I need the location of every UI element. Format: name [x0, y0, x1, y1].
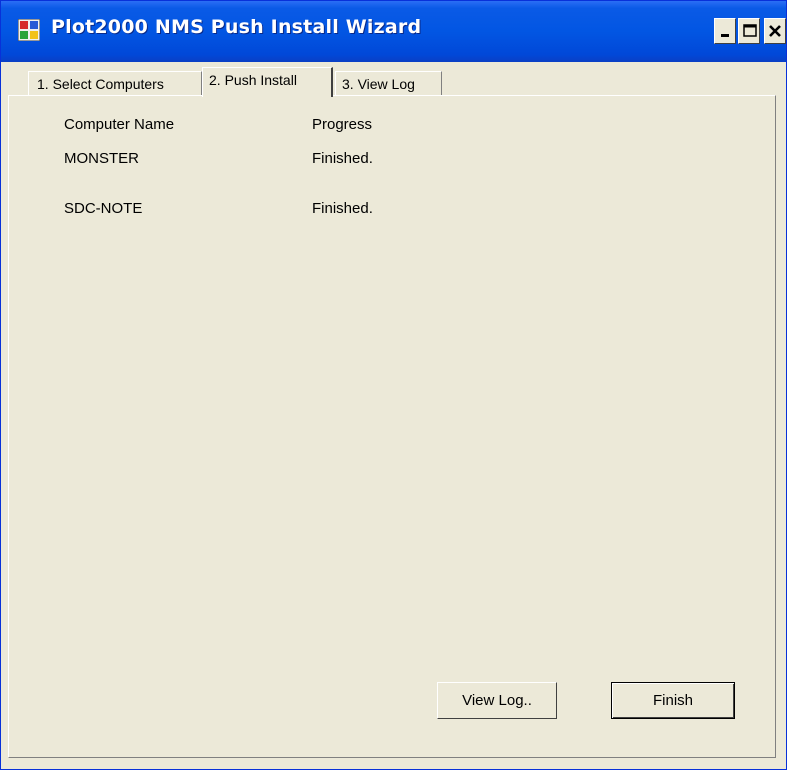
window-title: Plot2000 NMS Push Install Wizard	[51, 16, 422, 38]
tab-select-computers[interactable]: 1. Select Computers	[28, 71, 202, 96]
progress-cell: Finished.	[312, 200, 373, 217]
close-icon	[769, 25, 781, 37]
minimize-icon	[721, 34, 729, 37]
wizard-window: Plot2000 NMS Push Install Wizard 1. Sele…	[0, 0, 787, 770]
view-log-button[interactable]: View Log..	[437, 682, 557, 719]
tab-view-log[interactable]: 3. View Log	[335, 71, 442, 96]
maximize-icon	[743, 24, 757, 37]
column-header-progress: Progress	[312, 116, 373, 133]
computer-name-cell: SDC-NOTE	[64, 200, 143, 217]
finish-button[interactable]: Finish	[611, 682, 735, 719]
title-bar[interactable]: Plot2000 NMS Push Install Wizard	[1, 1, 786, 62]
app-icon	[18, 19, 40, 41]
tab-push-install[interactable]: 2. Push Install	[202, 67, 333, 97]
close-button[interactable]	[764, 18, 786, 44]
column-header-computer-name: Computer Name	[64, 116, 175, 133]
minimize-button[interactable]	[714, 18, 736, 44]
maximize-button[interactable]	[738, 18, 760, 44]
push-install-panel: Computer Name Progress MONSTER Finished.…	[8, 95, 776, 758]
progress-cell: Finished.	[312, 150, 373, 167]
computer-name-cell: MONSTER	[64, 150, 139, 167]
